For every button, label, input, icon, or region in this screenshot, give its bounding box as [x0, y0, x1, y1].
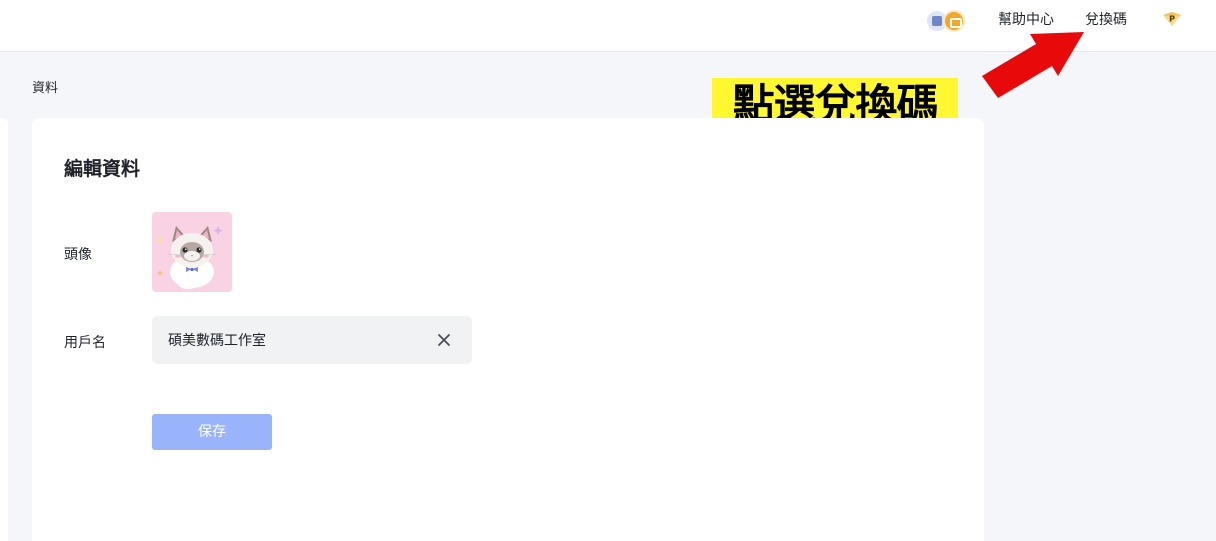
cat-avatar-image	[152, 212, 232, 292]
breadcrumb[interactable]: 資料	[32, 77, 58, 96]
red-arrow-annotation	[982, 32, 1084, 98]
premium-badge-letter: P	[1169, 15, 1175, 24]
help-center-link[interactable]: 幫助中心	[998, 11, 1054, 29]
avatar-label: 頭像	[64, 247, 92, 263]
chat-bubble-icon[interactable]	[943, 10, 965, 32]
app-icons-group[interactable]	[925, 9, 967, 33]
premium-p-badge-icon[interactable]: P	[1161, 11, 1183, 27]
left-panel	[0, 118, 8, 541]
username-label: 用戶名	[64, 335, 106, 351]
username-input[interactable]	[168, 330, 418, 350]
page-title: 編輯資料	[64, 158, 141, 180]
edit-profile-card: 編輯資料 頭像 用戶名 碩美數碼工作室 保存	[32, 118, 984, 541]
save-button[interactable]: 保存	[152, 414, 272, 450]
close-icon[interactable]	[436, 332, 452, 348]
avatar[interactable]	[152, 212, 232, 292]
redeem-code-link[interactable]: 兌換碼	[1085, 11, 1127, 29]
username-field[interactable]	[152, 316, 472, 364]
